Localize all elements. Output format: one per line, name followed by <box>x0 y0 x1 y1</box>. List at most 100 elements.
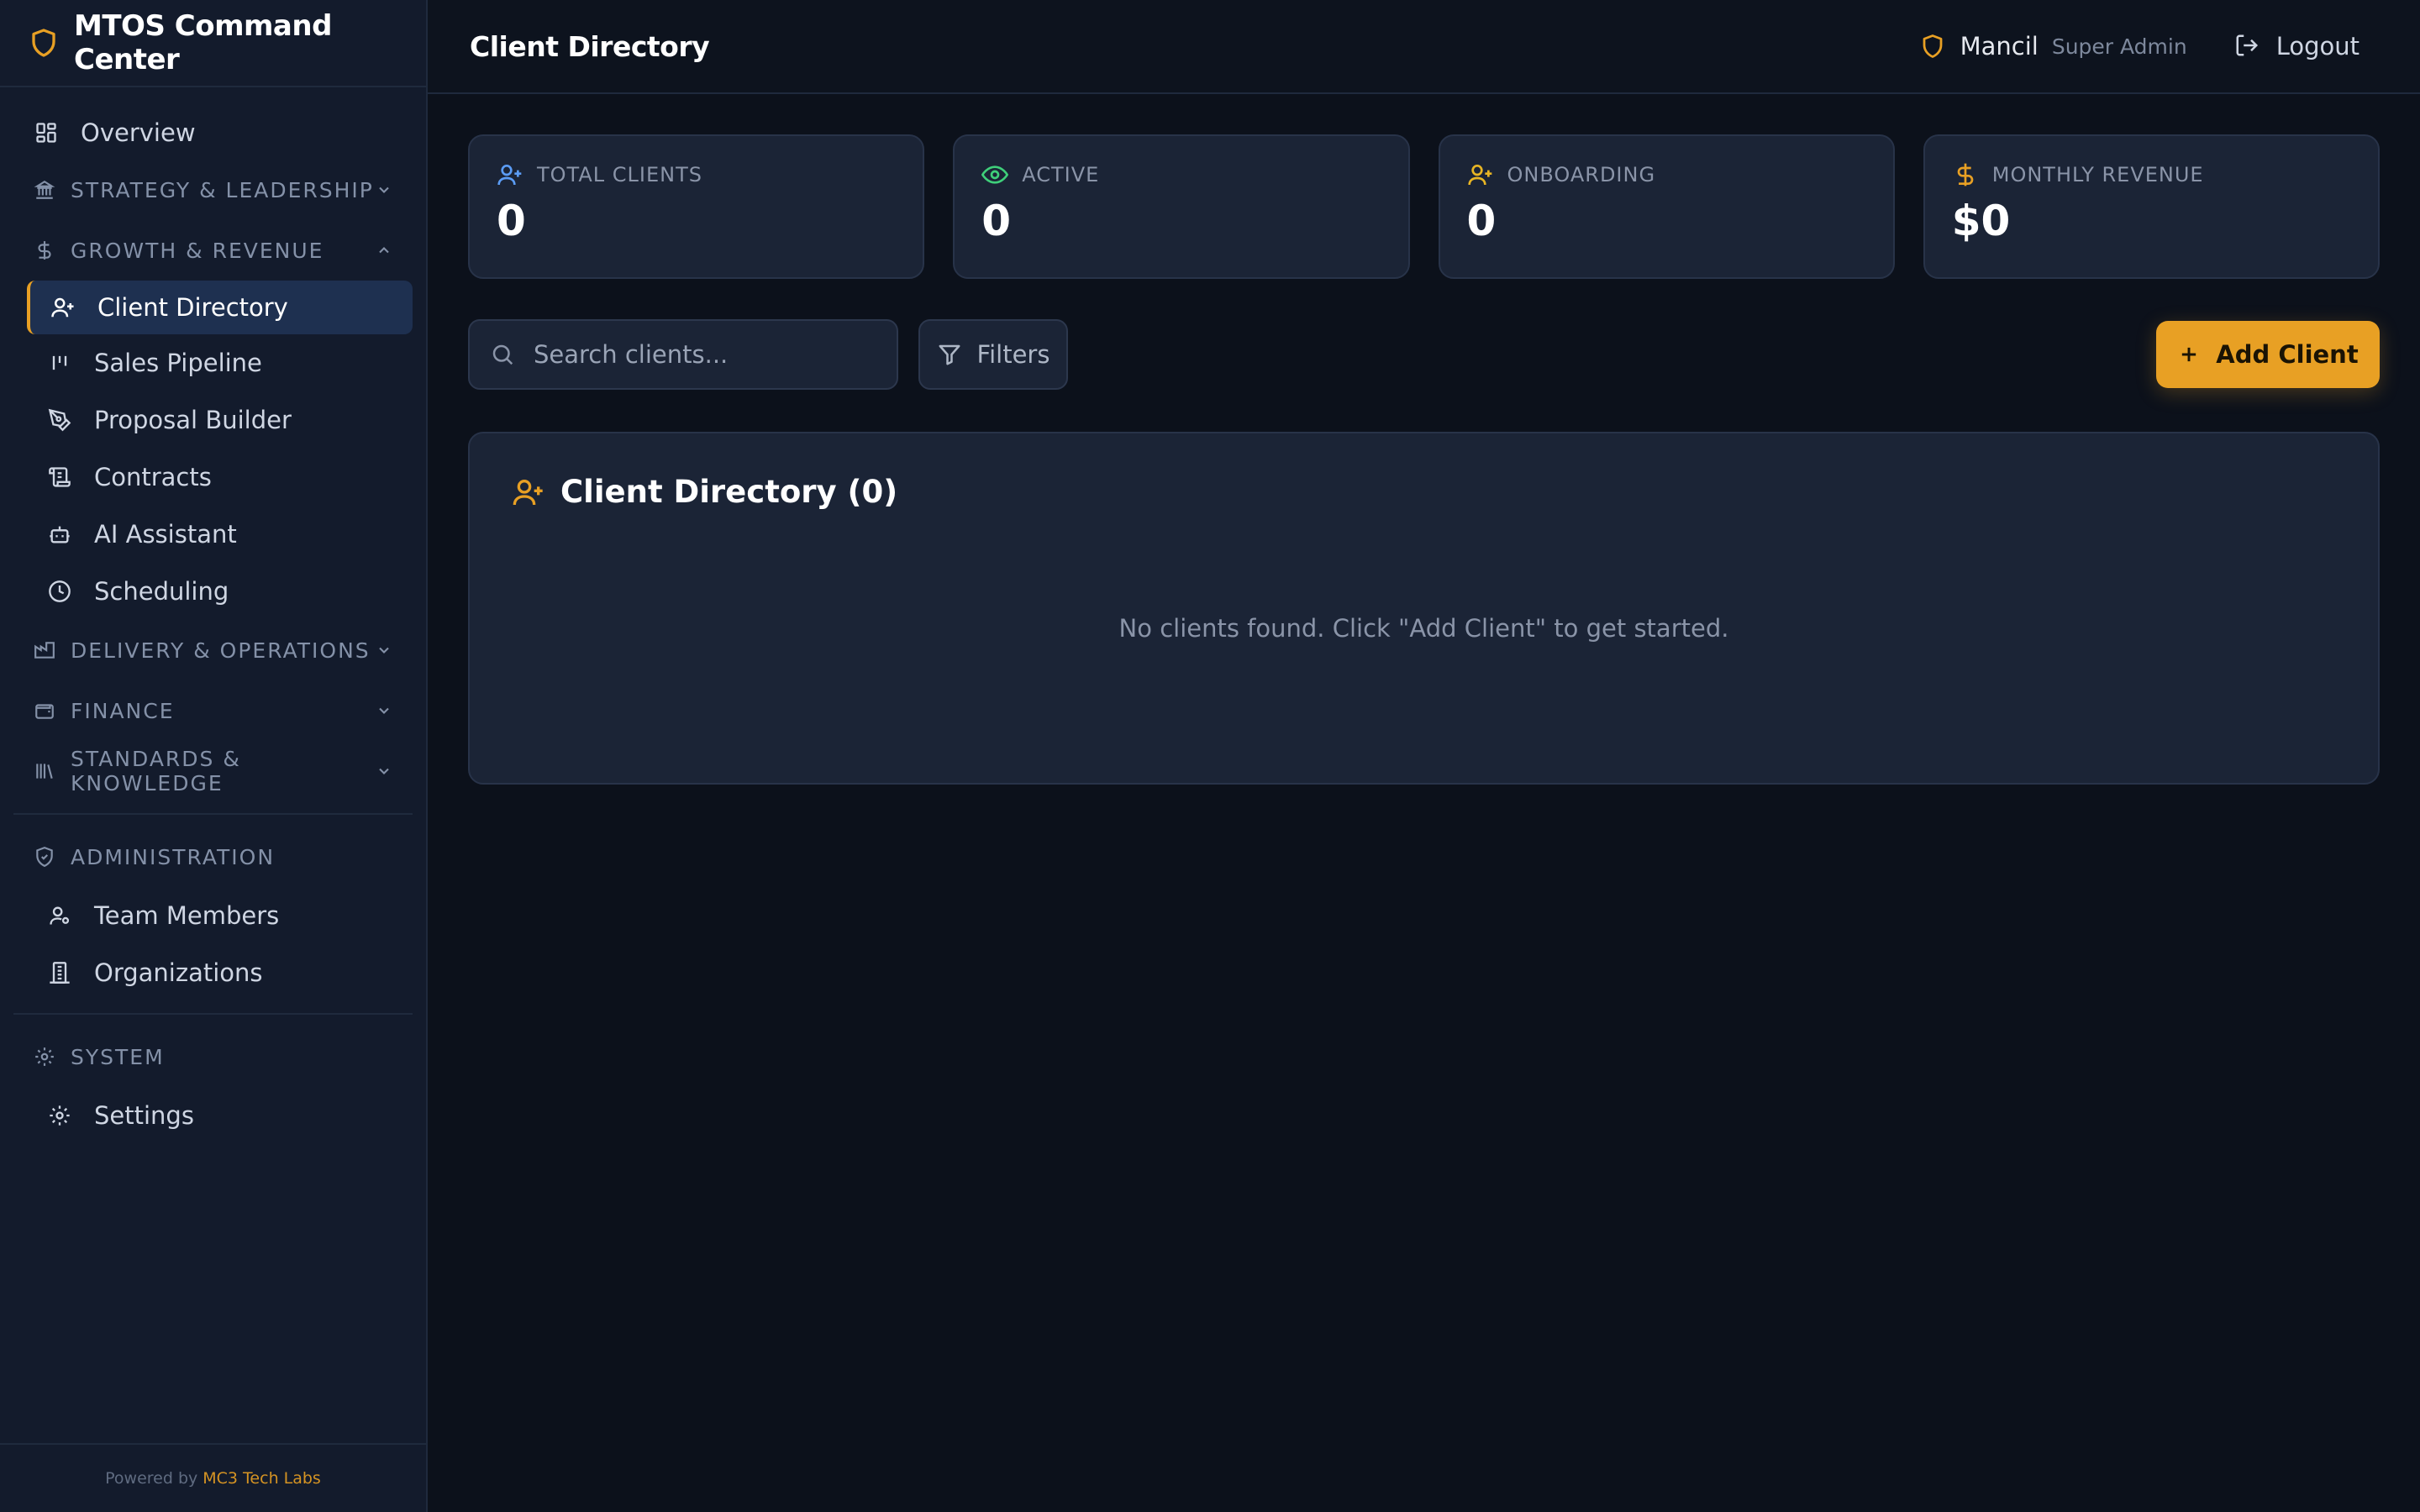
user-plus-icon <box>512 475 545 509</box>
sidebar: MTOS Command Center Overview STRATEGY & … <box>0 0 428 1512</box>
sidebar-item-label: Team Members <box>94 901 280 930</box>
section-strategy[interactable]: STRATEGY & LEADERSHIP <box>0 160 426 220</box>
clock-icon <box>47 579 72 604</box>
search-box[interactable] <box>468 319 898 390</box>
sidebar-item-label: Settings <box>94 1101 194 1130</box>
panel-title: Client Directory (0) <box>560 474 898 510</box>
main-area: Client Directory Mancil Super Admin Logo… <box>428 0 2420 1512</box>
stat-card-active: ACTIVE 0 <box>953 134 1410 279</box>
search-input[interactable] <box>532 339 871 370</box>
stat-value: 0 <box>1466 197 1497 245</box>
stat-value: 0 <box>497 197 526 245</box>
section-growth[interactable]: GROWTH & REVENUE <box>0 220 426 281</box>
section-delivery[interactable]: DELIVERY & OPERATIONS <box>0 620 426 680</box>
kanban-icon <box>47 350 72 375</box>
stat-card-total-clients: TOTAL CLIENTS 0 <box>468 134 925 279</box>
section-label: FINANCE <box>71 698 175 723</box>
stat-value: 0 <box>981 197 1012 245</box>
plus-icon <box>2177 343 2201 366</box>
sidebar-item-overview[interactable]: Overview <box>0 106 426 160</box>
shield-icon <box>1920 34 1945 59</box>
chevron-down-icon <box>376 181 392 198</box>
eye-icon <box>981 161 1009 188</box>
library-icon <box>34 760 55 782</box>
section-standards[interactable]: STANDARDS & KNOWLEDGE <box>0 741 426 801</box>
sidebar-item-scheduling[interactable]: Scheduling <box>0 563 426 620</box>
empty-state-message: No clients found. Click "Add Client" to … <box>1118 614 1729 643</box>
shield-logo-icon <box>29 28 59 58</box>
dollar-icon <box>1952 161 1979 188</box>
filters-button[interactable]: Filters <box>918 319 1068 390</box>
search-icon <box>490 342 515 367</box>
section-label: DELIVERY & OPERATIONS <box>71 638 371 663</box>
user-cog-icon <box>47 903 72 928</box>
toolbar: Filters Add Client <box>468 319 2380 390</box>
sidebar-footer: Powered by MC3 Tech Labs <box>0 1443 426 1512</box>
grid-icon <box>34 120 59 145</box>
sidebar-item-label: Overview <box>81 118 196 147</box>
user-plus-icon <box>1467 161 1494 188</box>
top-bar: Client Directory Mancil Super Admin Logo… <box>428 0 2420 94</box>
building-icon <box>47 960 72 985</box>
footer-company-link[interactable]: MC3 Tech Labs <box>203 1469 321 1488</box>
stat-card-monthly-revenue: MONTHLY REVENUE $0 <box>1923 134 2380 279</box>
sidebar-item-client-directory[interactable]: Client Directory <box>27 281 413 334</box>
sidebar-item-ai-assistant[interactable]: AI Assistant <box>0 506 426 563</box>
chevron-down-icon <box>376 702 392 719</box>
client-directory-panel: Client Directory (0) No clients found. C… <box>468 432 2380 785</box>
sidebar-item-proposal-builder[interactable]: Proposal Builder <box>0 391 426 449</box>
scroll-icon <box>47 465 72 490</box>
user-plus-icon <box>50 295 76 320</box>
section-label: SYSTEM <box>71 1044 165 1069</box>
sidebar-item-label: Contracts <box>94 463 212 491</box>
section-administration: ADMINISTRATION <box>0 827 426 887</box>
sidebar-item-label: Sales Pipeline <box>94 349 262 377</box>
section-label: ADMINISTRATION <box>71 844 276 869</box>
logout-button[interactable]: Logout <box>2234 32 2360 60</box>
filters-label: Filters <box>976 340 1050 369</box>
user-plus-icon <box>497 161 523 188</box>
sidebar-item-label: AI Assistant <box>94 520 237 549</box>
dollar-icon <box>34 239 55 261</box>
stat-card-onboarding: ONBOARDING 0 <box>1438 134 1895 279</box>
landmark-icon <box>34 179 55 201</box>
chevron-up-icon <box>376 242 392 259</box>
section-label: STANDARDS & KNOWLEDGE <box>71 747 241 795</box>
footer-prefix: Powered by <box>105 1469 198 1488</box>
content: TOTAL CLIENTS 0 ACTIVE 0 ONBOARDING 0 MO… <box>428 94 2420 785</box>
user-badge[interactable]: Mancil Super Admin <box>1920 32 2187 60</box>
admin-submenu: Team Members Organizations <box>0 887 426 1001</box>
sidebar-item-team-members[interactable]: Team Members <box>0 887 426 944</box>
user-name: Mancil <box>1960 32 2039 60</box>
sidebar-item-contracts[interactable]: Contracts <box>0 449 426 506</box>
brand-title: MTOS Command Center <box>74 9 332 76</box>
add-client-label: Add Client <box>2216 340 2359 369</box>
growth-submenu: Client Directory Sales Pipeline Proposal… <box>0 281 426 620</box>
sidebar-item-organizations[interactable]: Organizations <box>0 944 426 1001</box>
sidebar-item-label: Client Directory <box>97 293 288 322</box>
user-role: Super Admin <box>2051 34 2187 59</box>
stat-label: ACTIVE <box>1022 163 1100 186</box>
sidebar-divider <box>13 813 413 815</box>
section-label: GROWTH & REVENUE <box>71 238 324 263</box>
add-client-button[interactable]: Add Client <box>2156 321 2380 388</box>
chevron-down-icon <box>376 763 392 780</box>
brand[interactable]: MTOS Command Center <box>0 0 426 87</box>
sidebar-item-settings[interactable]: Settings <box>0 1087 426 1144</box>
logout-label: Logout <box>2275 32 2360 60</box>
sidebar-nav: Overview STRATEGY & LEADERSHIP GROWTH & … <box>0 87 426 1144</box>
sidebar-item-label: Proposal Builder <box>94 406 292 434</box>
filter-icon <box>937 342 962 367</box>
bot-icon <box>47 522 72 547</box>
shield-check-icon <box>34 846 55 868</box>
section-finance[interactable]: FINANCE <box>0 680 426 741</box>
log-out-icon <box>2234 33 2261 60</box>
wallet-icon <box>34 700 55 722</box>
section-label: STRATEGY & LEADERSHIP <box>71 177 374 202</box>
chevron-down-icon <box>376 642 392 659</box>
gear-icon <box>34 1046 55 1068</box>
sidebar-item-sales-pipeline[interactable]: Sales Pipeline <box>0 334 426 391</box>
sidebar-divider <box>13 1013 413 1015</box>
sidebar-item-label: Organizations <box>94 958 263 987</box>
stat-value: $0 <box>1951 197 2011 245</box>
